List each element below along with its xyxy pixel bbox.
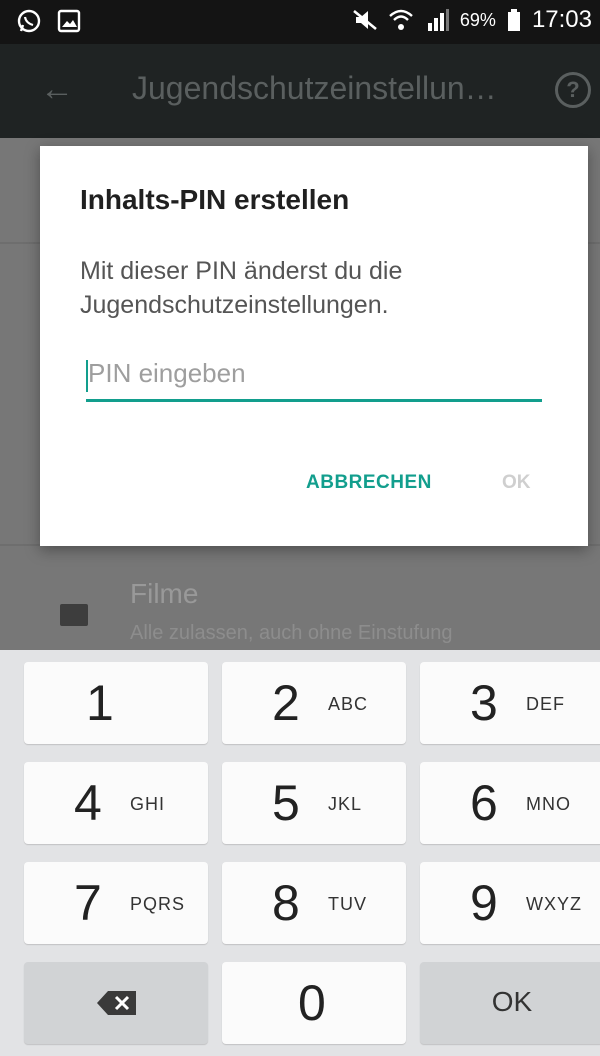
keypad-ok-key[interactable]: OK xyxy=(420,962,600,1044)
key-1[interactable]: 1 xyxy=(24,662,208,744)
key-2[interactable]: 2 ABC xyxy=(222,662,406,744)
key-8[interactable]: 8 TUV xyxy=(222,862,406,944)
pin-input-placeholder: PIN eingeben xyxy=(88,358,246,388)
back-arrow-icon[interactable]: ← xyxy=(40,70,74,109)
film-icon xyxy=(60,604,88,626)
key-digit: 4 xyxy=(74,775,102,831)
signal-icon xyxy=(424,7,450,33)
key-letters: DEF xyxy=(526,694,565,714)
wifi-icon xyxy=(388,7,414,33)
key-digit: 3 xyxy=(470,675,498,731)
key-digit: 7 xyxy=(74,875,102,931)
numeric-keypad: 1 2 ABC 3 DEF 4 GHI 5 JKL 6 MNO 7 PQRS 8… xyxy=(0,650,600,1056)
key-letters: TUV xyxy=(328,894,367,914)
key-letters: GHI xyxy=(130,794,166,814)
key-digit: 2 xyxy=(272,675,300,731)
key-6[interactable]: 6 MNO xyxy=(420,762,600,844)
key-4[interactable]: 4 GHI xyxy=(24,762,208,844)
list-item-title: Filme xyxy=(130,578,199,609)
create-pin-dialog: Inhalts-PIN erstellen Mit dieser PIN änd… xyxy=(40,146,588,546)
key-3[interactable]: 3 DEF xyxy=(420,662,600,744)
text-caret xyxy=(86,360,88,392)
key-0[interactable]: 0 xyxy=(222,962,406,1044)
key-digit: 6 xyxy=(470,775,498,831)
dialog-title: Inhalts-PIN erstellen xyxy=(80,184,350,215)
key-digit: 8 xyxy=(272,875,300,931)
key-letters: ABC xyxy=(328,694,369,714)
key-5[interactable]: 5 JKL xyxy=(222,762,406,844)
key-letters: WXYZ xyxy=(526,894,582,914)
key-digit: 0 xyxy=(298,975,326,1031)
keypad-ok-label: OK xyxy=(491,986,533,1017)
cancel-button[interactable]: ABBRECHEN xyxy=(306,472,432,494)
app-title: Jugendschutzeinstellun… xyxy=(132,70,497,106)
key-9[interactable]: 9 WXYZ xyxy=(420,862,600,944)
input-underline xyxy=(86,399,542,402)
list-item-subtitle: Alle zulassen, auch ohne Einstufung xyxy=(130,622,453,644)
mute-icon xyxy=(352,7,378,33)
help-icon[interactable]: ? xyxy=(555,72,591,108)
pin-input[interactable]: PIN eingeben xyxy=(86,356,542,402)
key-letters: MNO xyxy=(526,794,571,814)
key-digit: 1 xyxy=(86,675,114,731)
clock: 17:03 xyxy=(531,6,592,33)
key-digit: 5 xyxy=(272,775,300,831)
key-letters: JKL xyxy=(328,794,363,814)
app-bar: ← Jugendschutzeinstellun… ? xyxy=(0,44,600,138)
key-digit: 9 xyxy=(470,875,498,931)
battery-percent: 69% xyxy=(459,9,496,30)
key-letters: PQRS xyxy=(130,894,186,914)
status-bar: 69% 17:03 xyxy=(0,0,600,44)
backspace-icon xyxy=(96,990,138,1016)
dialog-message: Mit dieser PIN änderst du die Jugendschu… xyxy=(80,257,403,319)
backspace-key[interactable] xyxy=(24,962,208,1044)
key-7[interactable]: 7 PQRS xyxy=(24,862,208,944)
gallery-icon xyxy=(56,8,82,34)
whatsapp-icon xyxy=(16,8,42,34)
battery-icon xyxy=(506,7,522,33)
ok-button[interactable]: OK xyxy=(502,472,531,494)
